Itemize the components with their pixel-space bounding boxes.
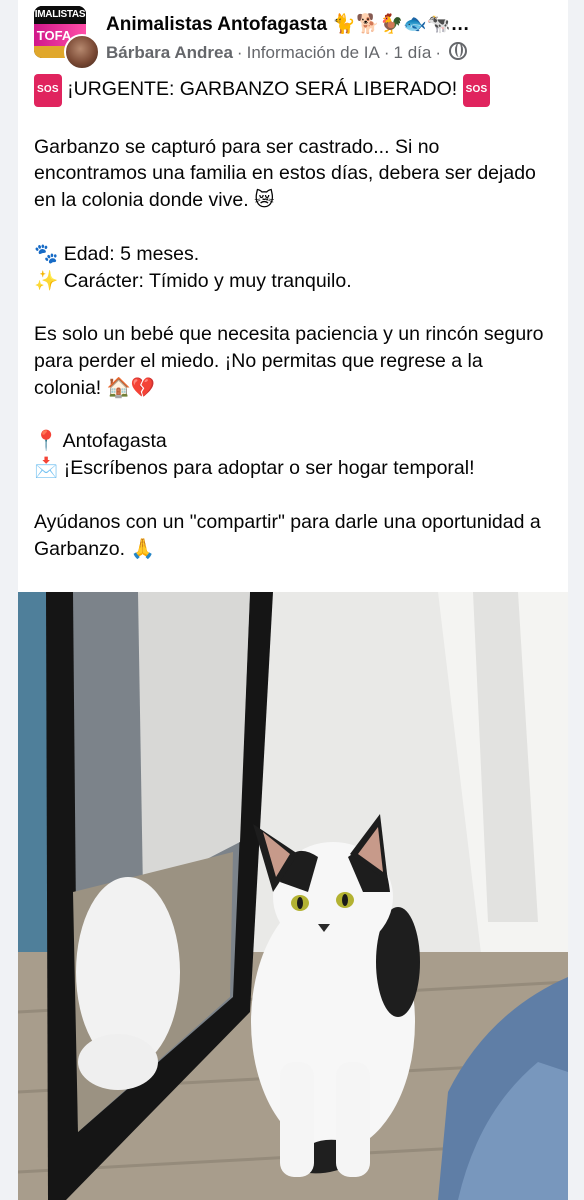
post-header: IMALISTAS TOFA Animalistas Antofagasta 🐈… bbox=[34, 6, 554, 70]
contact-block: 📍 Antofagasta 📩 ¡Escríbenos para adoptar… bbox=[34, 428, 554, 482]
post-body: SOS ¡URGENTE: GARBANZO SERÁ LIBERADO! SO… bbox=[34, 74, 554, 589]
paragraph-capture: Garbanzo se capturó para ser castrado...… bbox=[34, 135, 536, 212]
sos-icon: SOS bbox=[462, 74, 491, 107]
post-card: IMALISTAS TOFA Animalistas Antofagasta 🐈… bbox=[18, 0, 568, 1200]
author-name-link[interactable]: Bárbara Andrea bbox=[106, 43, 233, 62]
paragraph-baby: Es solo un bebé que necesita paciencia y… bbox=[34, 323, 544, 399]
sos-icon: SOS bbox=[34, 74, 62, 107]
pin-icon: 📍 bbox=[34, 429, 59, 453]
cat-photo-image bbox=[18, 592, 568, 1200]
character-line: Carácter: Tímido y muy tranquilo. bbox=[63, 269, 352, 292]
details-block: 🐾 Edad: 5 meses. ✨ Carácter: Tímido y mu… bbox=[34, 241, 554, 295]
avatar-logo-text: IMALISTAS bbox=[34, 9, 86, 20]
envelope-icon: 📩 bbox=[34, 456, 59, 480]
age-line: Edad: 5 meses. bbox=[63, 242, 200, 265]
paw-icon: 🐾 bbox=[34, 241, 59, 265]
location-text: Antofagasta bbox=[62, 430, 167, 453]
post-time-link[interactable]: 1 día bbox=[394, 43, 432, 62]
globe-icon[interactable] bbox=[449, 42, 467, 60]
post-photo[interactable] bbox=[18, 592, 568, 1200]
post-title-line: SOS ¡URGENTE: GARBANZO SERÁ LIBERADO! SO… bbox=[34, 74, 554, 107]
post-meta: Bárbara Andrea · Información de IA · 1 día · bbox=[106, 42, 467, 63]
avatar-group[interactable]: IMALISTAS TOFA bbox=[34, 6, 100, 70]
sparkles-icon: ✨ bbox=[34, 268, 59, 292]
contact-text: ¡Escríbenos para adoptar o ser hogar tem… bbox=[63, 457, 475, 480]
author-avatar[interactable] bbox=[64, 34, 100, 70]
post-title: ¡URGENTE: GARBANZO SERÁ LIBERADO! bbox=[67, 78, 458, 100]
ai-info-link[interactable]: Información de IA bbox=[247, 43, 380, 62]
paragraph-share: Ayúdanos con un "compartir" para darle u… bbox=[34, 510, 541, 560]
group-name-link[interactable]: Animalistas Antofagasta 🐈🐕🐓🐟🐄… bbox=[106, 12, 470, 36]
